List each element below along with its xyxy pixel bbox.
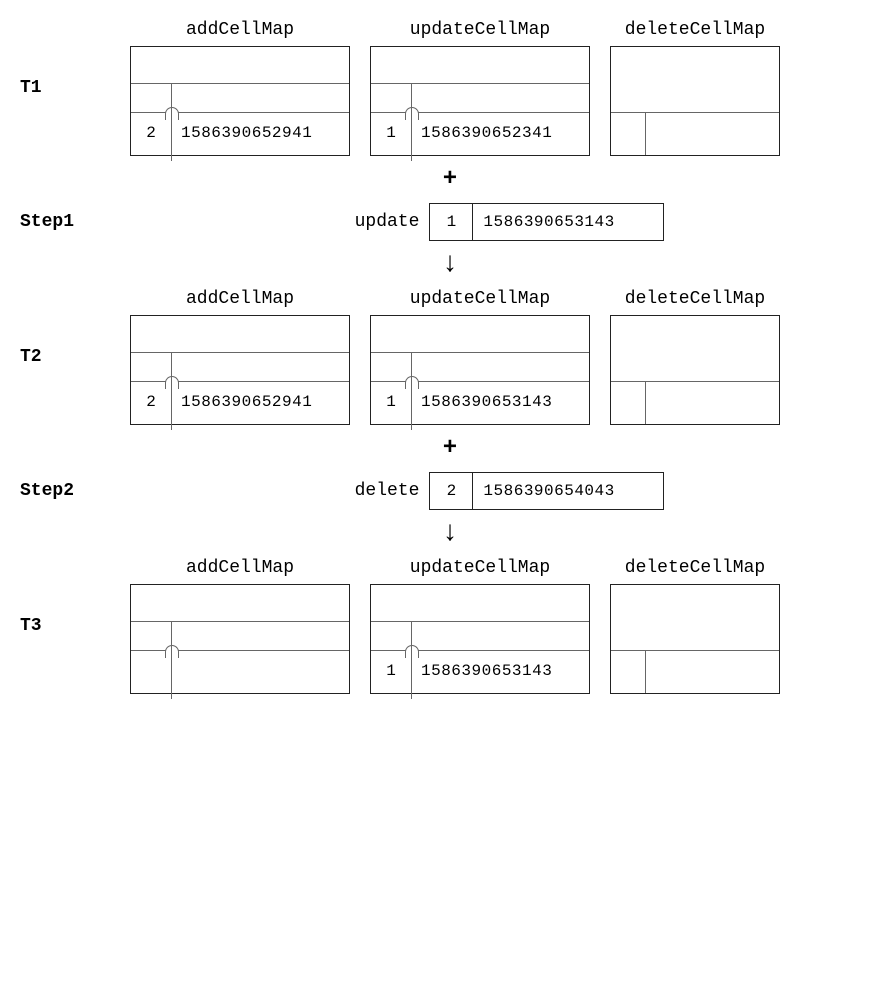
title-add: addCellMap <box>186 289 294 309</box>
entry-key: 1 <box>371 662 411 680</box>
op-key-step1: 1 <box>430 204 473 240</box>
label-t1: T1 <box>20 78 130 98</box>
label-step1: Step1 <box>20 212 130 232</box>
title-add: addCellMap <box>186 20 294 40</box>
entry-update-t1: 1 1586390652341 <box>371 112 589 155</box>
map-delete-t3 <box>610 584 780 694</box>
col-add-t3: addCellMap <box>130 558 350 694</box>
op-key-step2: 2 <box>430 473 473 509</box>
col-delete-t3: deleteCellMap <box>610 558 780 694</box>
row-step2: Step2 delete 2 1586390654043 <box>20 472 869 510</box>
entry-key: 1 <box>371 124 411 142</box>
op-step1: update 1 1586390653143 <box>355 203 665 241</box>
entry-val: 1586390653143 <box>411 662 589 680</box>
op-label-step2: delete <box>355 481 420 501</box>
entry-key: 2 <box>131 124 171 142</box>
maps-strip-t1: addCellMap 2 1586390652941 updateCellMap <box>130 20 780 156</box>
entry-add-t3 <box>131 650 349 693</box>
col-add-t2: addCellMap 2 1586390652941 <box>130 289 350 425</box>
col-add-t1: addCellMap 2 1586390652941 <box>130 20 350 156</box>
entry-val: 1586390652341 <box>411 124 589 142</box>
col-delete-t1: deleteCellMap <box>610 20 780 156</box>
entry-val: 1586390652941 <box>171 124 349 142</box>
map-update-t3: 1 1586390653143 <box>370 584 590 694</box>
diagram-canvas: T1 addCellMap 2 1586390652941 updateCell… <box>20 20 869 694</box>
title-delete: deleteCellMap <box>625 558 765 578</box>
row-t2: T2 addCellMap 2 1586390652941 updateCell… <box>20 289 869 425</box>
entry-add-t2: 2 1586390652941 <box>131 381 349 424</box>
col-update-t3: updateCellMap 1 1586390653143 <box>370 558 590 694</box>
row-t3: T3 addCellMap updateCellMap <box>20 558 869 694</box>
entry-update-t3: 1 1586390653143 <box>371 650 589 693</box>
entry-val: 1586390652941 <box>171 393 349 411</box>
op-val-step2: 1586390654043 <box>473 473 663 509</box>
title-update: updateCellMap <box>410 289 550 309</box>
op-cells-step2: 2 1586390654043 <box>429 472 664 510</box>
title-delete: deleteCellMap <box>625 20 765 40</box>
op-step2: delete 2 1586390654043 <box>355 472 665 510</box>
op-cells-step1: 1 1586390653143 <box>429 203 664 241</box>
entry-key: 1 <box>371 393 411 411</box>
label-t2: T2 <box>20 347 130 367</box>
map-delete-t1 <box>610 46 780 156</box>
plus-2: + <box>130 435 770 462</box>
entry-val: 1586390653143 <box>411 393 589 411</box>
title-delete: deleteCellMap <box>625 289 765 309</box>
map-add-t2: 2 1586390652941 <box>130 315 350 425</box>
plus-1: + <box>130 166 770 193</box>
arrow-1: ↓ <box>130 251 770 279</box>
row-step1: Step1 update 1 1586390653143 <box>20 203 869 241</box>
map-add-t1: 2 1586390652941 <box>130 46 350 156</box>
title-update: updateCellMap <box>410 558 550 578</box>
row-t1: T1 addCellMap 2 1586390652941 updateCell… <box>20 20 869 156</box>
col-delete-t2: deleteCellMap <box>610 289 780 425</box>
maps-strip-t3: addCellMap updateCellMap <box>130 558 780 694</box>
map-delete-t2 <box>610 315 780 425</box>
label-step2: Step2 <box>20 481 130 501</box>
entry-key: 2 <box>131 393 171 411</box>
entry-update-t2: 1 1586390653143 <box>371 381 589 424</box>
col-update-t1: updateCellMap 1 1586390652341 <box>370 20 590 156</box>
op-val-step1: 1586390653143 <box>473 204 663 240</box>
map-add-t3 <box>130 584 350 694</box>
col-update-t2: updateCellMap 1 1586390653143 <box>370 289 590 425</box>
title-update: updateCellMap <box>410 20 550 40</box>
arrow-2: ↓ <box>130 520 770 548</box>
title-add: addCellMap <box>186 558 294 578</box>
maps-strip-t2: addCellMap 2 1586390652941 updateCellMap <box>130 289 780 425</box>
op-label-step1: update <box>355 212 420 232</box>
entry-add-t1: 2 1586390652941 <box>131 112 349 155</box>
map-update-t1: 1 1586390652341 <box>370 46 590 156</box>
label-t3: T3 <box>20 616 130 636</box>
map-update-t2: 1 1586390653143 <box>370 315 590 425</box>
